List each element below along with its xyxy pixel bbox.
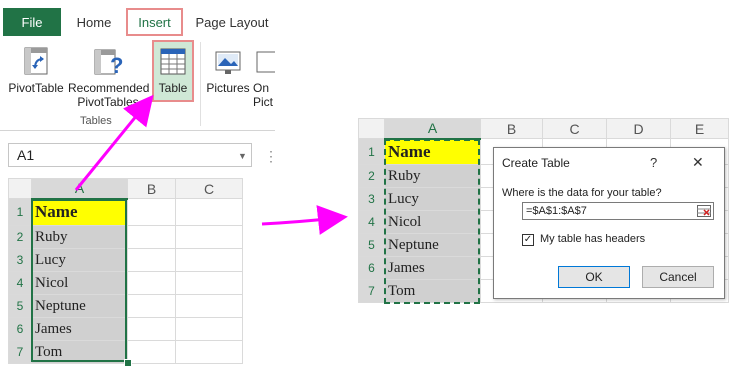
arrow-to-table-button <box>74 94 154 191</box>
arrow-to-result <box>261 205 348 235</box>
annotation-overlay <box>74 94 348 235</box>
